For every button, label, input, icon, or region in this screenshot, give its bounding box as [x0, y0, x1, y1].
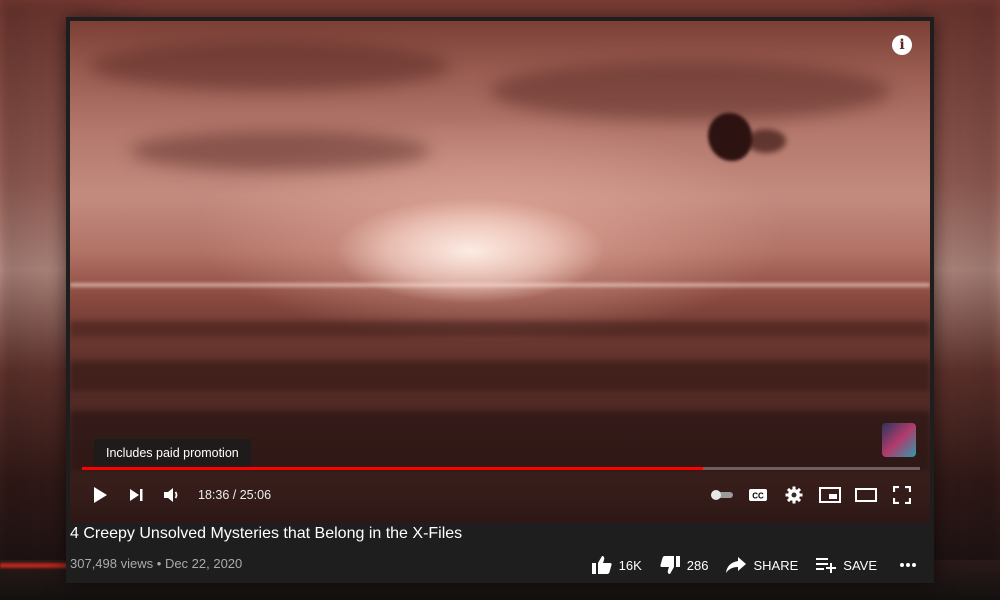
playlist-add-icon [816, 558, 837, 573]
fullscreen-icon [893, 486, 911, 504]
horizon [70, 283, 930, 287]
sea [70, 321, 930, 337]
paid-promotion-label[interactable]: Includes paid promotion [94, 439, 251, 467]
share-label: SHARE [753, 557, 799, 573]
next-button[interactable] [118, 487, 154, 503]
thumbs-up-icon [591, 556, 612, 574]
video-card: i Includes paid promotion 18:36 / 25:06 [66, 17, 934, 583]
miniplayer-icon [819, 487, 841, 503]
volume-button[interactable] [154, 487, 190, 503]
video-title[interactable]: 4 Creepy Unsolved Mysteries that Belong … [70, 525, 462, 543]
progress-bar[interactable] [82, 467, 920, 470]
captions-button[interactable]: CC [740, 487, 776, 503]
autoplay-toggle-icon [711, 490, 733, 500]
theater-mode-button[interactable] [848, 488, 884, 502]
save-label: SAVE [843, 557, 877, 573]
like-count: 16K [618, 557, 642, 573]
next-icon [130, 489, 143, 501]
volume-icon [164, 488, 178, 502]
cloud [130, 131, 430, 171]
action-bar: 16K 286 SHARE SAVE [574, 553, 924, 577]
svg-text:CC: CC [752, 492, 764, 501]
captions-icon: CC [749, 489, 767, 501]
more-icon [900, 563, 916, 567]
current-time: 18:36 [198, 488, 230, 502]
dislike-button[interactable]: 286 [660, 556, 709, 574]
fullscreen-button[interactable] [884, 486, 920, 504]
cloud [490, 61, 890, 121]
save-button[interactable]: SAVE [816, 557, 877, 573]
dislike-count: 286 [686, 557, 709, 573]
settings-button[interactable] [776, 486, 812, 504]
publish-date: Dec 22, 2020 [164, 556, 243, 571]
duration: 25:06 [239, 488, 272, 502]
miniplayer-button[interactable] [812, 487, 848, 503]
cloud [90, 41, 450, 91]
player-controls: 18:36 / 25:06 CC [70, 473, 930, 517]
sea [70, 361, 930, 391]
view-count: 307,498 views [70, 556, 154, 571]
video-meta: 307,498 views • Dec 22, 2020 [70, 556, 242, 571]
theater-mode-icon [855, 488, 877, 502]
video-player[interactable]: i Includes paid promotion 18:36 / 25:06 [70, 21, 930, 523]
autoplay-toggle[interactable] [704, 489, 740, 501]
progress-fill [82, 467, 703, 470]
play-icon [94, 487, 107, 503]
play-button[interactable] [82, 486, 118, 504]
thumbs-down-icon [660, 556, 680, 574]
like-button[interactable]: 16K [591, 556, 642, 574]
share-icon [726, 557, 747, 573]
more-actions-button[interactable] [899, 562, 924, 568]
share-button[interactable]: SHARE [726, 557, 798, 573]
ufo-trail [746, 129, 786, 153]
ufo-object [708, 113, 752, 161]
time-display: 18:36 / 25:06 [198, 488, 271, 502]
channel-watermark[interactable] [882, 423, 916, 457]
info-button[interactable]: i [892, 35, 912, 55]
backdrop-progress [0, 563, 70, 568]
meta-separator: • [156, 556, 162, 571]
time-divider: / [232, 488, 237, 502]
gear-icon [785, 486, 803, 504]
